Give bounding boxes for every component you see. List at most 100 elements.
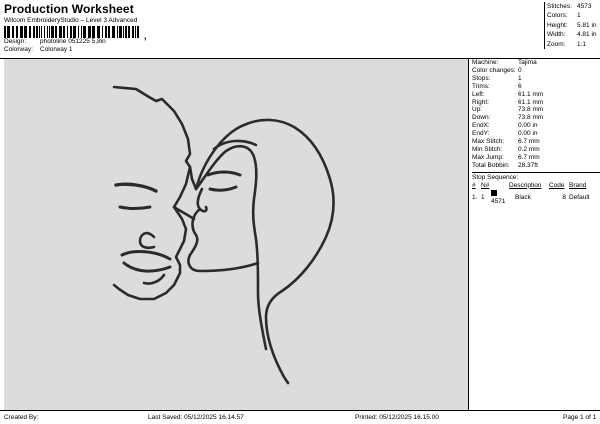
info-label: Down: bbox=[472, 114, 491, 122]
barcode-bar bbox=[55, 26, 57, 38]
barcode-bar bbox=[4, 26, 6, 38]
barcode-bar bbox=[41, 26, 42, 38]
info-label: Right: bbox=[472, 98, 489, 106]
barcode-bar bbox=[24, 26, 27, 38]
info-row: Total Bobbin: 28.37ft bbox=[472, 162, 600, 170]
summary-label: Zoom: bbox=[547, 40, 566, 48]
barcode-bar bbox=[112, 26, 115, 38]
info-row: Color changes: 0 bbox=[472, 67, 600, 75]
info-row: Max Stitch: 6.7 mm bbox=[472, 138, 600, 146]
summary-row: Height: 5.81 in bbox=[547, 21, 598, 30]
row-brand: Default bbox=[569, 193, 590, 201]
stop-sequence-row: 1. 1 4571 Black 8 Default bbox=[472, 189, 600, 206]
info-value: 6.7 mm bbox=[518, 153, 540, 161]
info-value: 61.1 mm bbox=[518, 98, 544, 106]
barcode-text: , bbox=[144, 31, 147, 41]
info-value: 0.2 mm bbox=[518, 145, 540, 153]
barcode-bar bbox=[92, 26, 95, 38]
summary-value: 1:1 bbox=[577, 40, 587, 48]
info-row: Trims: 6 bbox=[472, 83, 600, 91]
summary-row: Stitches: 4573 bbox=[547, 2, 598, 11]
barcode-bar bbox=[20, 26, 23, 38]
info-value: 6 bbox=[518, 82, 522, 90]
printed-date: Printed: 05/12/2025 16.15.00 bbox=[355, 414, 439, 421]
summary-row: Zoom: 1:1 bbox=[547, 40, 598, 49]
barcode-bar bbox=[39, 26, 40, 38]
barcode-bar bbox=[70, 26, 72, 38]
design-preview bbox=[4, 59, 468, 410]
info-value: 0 bbox=[518, 66, 522, 74]
barcode-bar bbox=[7, 26, 10, 38]
column-stitches bbox=[491, 182, 509, 190]
software-name: Wilcom EmbroideryStudio – Level 3 Advanc… bbox=[4, 17, 138, 24]
last-saved: Last Saved: 05/12/2025 16.14.57 bbox=[148, 414, 244, 421]
info-row: Down: 73.8 mm bbox=[472, 114, 600, 122]
info-value: 61.1 mm bbox=[518, 90, 544, 98]
page-number: Page 1 of 1 bbox=[563, 414, 597, 421]
created-by: Created By: bbox=[4, 414, 39, 421]
nose-path bbox=[138, 231, 156, 250]
right-eyebrow-path bbox=[206, 170, 242, 177]
info-row: EndX: 0.00 in bbox=[472, 122, 600, 130]
column-description: Description bbox=[509, 181, 542, 189]
info-value: 28.37ft bbox=[518, 161, 538, 169]
embroidery-line-art bbox=[112, 85, 335, 385]
column-code: Code bbox=[549, 181, 565, 189]
barcode-bar bbox=[29, 26, 31, 38]
thread-color-swatch bbox=[491, 189, 497, 196]
barcode-bar bbox=[81, 26, 82, 38]
barcode-bar bbox=[108, 26, 110, 38]
summary-row: Width: 4.81 in bbox=[547, 30, 598, 39]
head-outline-path bbox=[112, 85, 198, 191]
info-row: Machine: Tajima bbox=[472, 59, 600, 67]
barcode bbox=[4, 26, 140, 38]
info-row: Left: 61.1 mm bbox=[472, 91, 600, 99]
info-row: Up: 73.8 mm bbox=[472, 106, 600, 114]
mouth-lower-path bbox=[122, 261, 172, 273]
row-needle: 1 bbox=[481, 193, 485, 201]
info-label: EndX: bbox=[472, 122, 490, 130]
barcode-bar bbox=[119, 26, 122, 38]
info-value: 1 bbox=[518, 74, 522, 82]
left-eye-path bbox=[118, 205, 152, 210]
row-stitches: 4571 bbox=[491, 197, 506, 205]
machine-info-panel: Machine: Tajima Color changes: 0 Stops: 1 T… bbox=[468, 59, 600, 410]
barcode-bar bbox=[49, 26, 50, 38]
column-needle: N# bbox=[481, 181, 490, 189]
barcode-bar bbox=[33, 26, 35, 38]
info-row: Min Stitch: 0.2 mm bbox=[472, 146, 600, 154]
face-contour-path bbox=[112, 165, 192, 301]
barcode-bar bbox=[105, 26, 107, 38]
info-value: 6.7 mm bbox=[518, 138, 540, 146]
barcode-bar bbox=[73, 26, 76, 38]
left-eyebrow-path bbox=[114, 182, 158, 193]
barcode-bar bbox=[78, 26, 79, 38]
info-value: 73.8 mm bbox=[518, 114, 544, 122]
chin-path bbox=[142, 273, 166, 285]
design-label: Design: bbox=[4, 38, 27, 45]
info-label: EndY: bbox=[472, 130, 490, 138]
barcode-bar bbox=[63, 26, 65, 38]
barcode-bar bbox=[88, 26, 91, 38]
info-label: Machine: bbox=[472, 59, 499, 66]
barcode-graphic bbox=[4, 26, 139, 38]
info-label: Left: bbox=[472, 90, 485, 98]
barcode-bar bbox=[132, 26, 134, 38]
info-value: Tajima bbox=[518, 59, 537, 66]
info-label: Up: bbox=[472, 106, 483, 114]
barcode-bar bbox=[102, 26, 103, 38]
barcode-bar bbox=[123, 26, 124, 38]
info-value: 0.00 in bbox=[518, 130, 538, 138]
row-description: Black bbox=[515, 193, 531, 201]
barcode-bar bbox=[135, 26, 136, 38]
woman-nose-path bbox=[196, 187, 208, 213]
info-value: 0.00 in bbox=[518, 122, 538, 130]
stop-sequence-title: Stop Sequence: bbox=[472, 171, 600, 182]
summary-value: 4.81 in bbox=[577, 31, 597, 39]
summary-label: Width: bbox=[547, 31, 566, 39]
row-index: 1. bbox=[472, 193, 478, 201]
summary-value: 5.81 in bbox=[577, 21, 597, 29]
info-row: Max Jump: 6.7 mm bbox=[472, 154, 600, 162]
info-label: Min Stitch: bbox=[472, 145, 503, 153]
info-label: Total Bobbin: bbox=[472, 161, 510, 169]
